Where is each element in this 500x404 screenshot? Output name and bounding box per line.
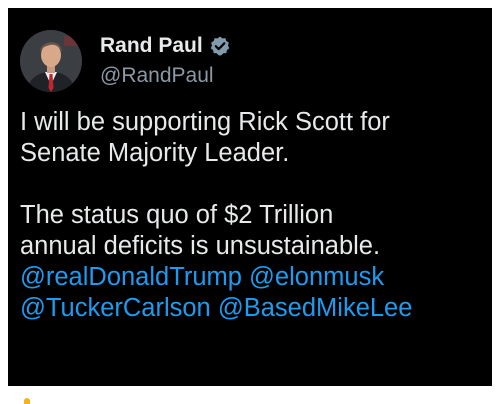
tweet-text-line: Senate Majority Leader. — [20, 139, 290, 167]
mention-link[interactable]: @BasedMikeLee — [218, 294, 413, 322]
mentions-line: @realDonaldTrump @elonmusk — [20, 262, 482, 293]
author-display-name[interactable]: Rand Paul — [100, 32, 203, 60]
author-handle[interactable]: @RandPaul — [100, 62, 214, 90]
page-footer — [0, 386, 500, 404]
tweet-text-line: annual deficits is unsustainable. — [20, 232, 381, 260]
tweet-text-line: The status quo of $2 Trillion — [20, 201, 334, 229]
cropped-emoji-icon — [24, 398, 30, 404]
tweet-card: Rand Paul @RandPaul I will be supporting… — [8, 8, 492, 386]
avatar[interactable] — [20, 30, 82, 92]
profile-photo-icon — [20, 30, 82, 92]
mention-link[interactable]: @TuckerCarlson — [20, 294, 211, 322]
mentions-line: @TuckerCarlson @BasedMikeLee — [20, 293, 482, 324]
verified-badge-icon — [209, 35, 231, 57]
tweet-text-line: I will be supporting Rick Scott for — [20, 108, 390, 136]
tweet-text: I will be supporting Rick Scott for Sena… — [20, 107, 482, 324]
author-name-row: Rand Paul — [100, 32, 231, 60]
mention-link[interactable]: @realDonaldTrump — [20, 263, 242, 291]
mention-link[interactable]: @elonmusk — [249, 263, 384, 291]
